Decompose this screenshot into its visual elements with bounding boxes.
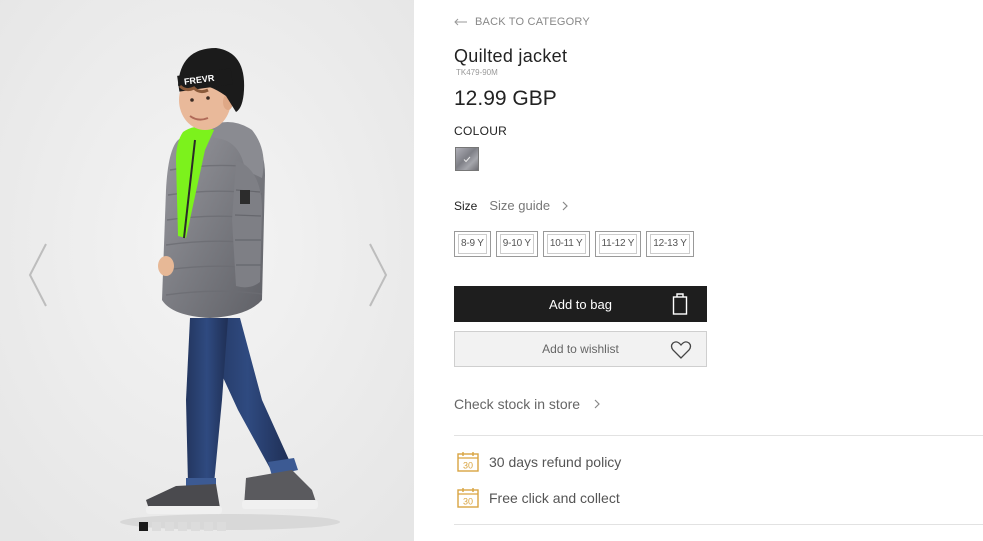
- size-option[interactable]: 9-10 Y: [495, 231, 538, 257]
- colour-label: COLOUR: [454, 124, 508, 138]
- size-option[interactable]: 8-9 Y: [454, 231, 491, 257]
- product-sku: TK479-90M: [456, 68, 498, 77]
- chevron-right-icon: [562, 201, 568, 210]
- size-option-label: 9-10 Y: [499, 234, 534, 254]
- size-row: Size Size guide: [454, 198, 568, 213]
- colour-swatch-grey[interactable]: [455, 147, 479, 171]
- chevron-right-icon: [594, 399, 600, 409]
- gallery-pagination: [139, 522, 226, 531]
- benefit-click-collect: 30 Free click and collect: [457, 487, 620, 508]
- gallery-dot[interactable]: [178, 522, 187, 531]
- back-label: BACK TO CATEGORY: [475, 16, 590, 28]
- size-option[interactable]: 11-12 Y: [594, 231, 642, 257]
- benefit-label: 30 days refund policy: [489, 453, 622, 470]
- size-guide-label: Size guide: [489, 198, 551, 213]
- benefit-label: Free click and collect: [489, 489, 620, 506]
- gallery-dot[interactable]: [191, 522, 200, 531]
- size-options: 8-9 Y 9-10 Y 10-11 Y 11-12 Y 12-13 Y: [454, 231, 694, 257]
- add-to-wishlist-label: Add to wishlist: [542, 342, 619, 356]
- arrow-left-icon: [454, 18, 467, 26]
- size-guide-link[interactable]: Size guide: [489, 198, 568, 213]
- check-stock-label: Check stock in store: [454, 396, 581, 412]
- back-to-category-link[interactable]: BACK TO CATEGORY: [454, 16, 590, 28]
- add-to-wishlist-button[interactable]: Add to wishlist: [454, 331, 707, 367]
- check-icon: [463, 156, 471, 162]
- gallery-dot[interactable]: [217, 522, 226, 531]
- gallery-dot[interactable]: [165, 522, 174, 531]
- product-info: BACK TO CATEGORY Quilted jacket TK479-90…: [454, 0, 983, 541]
- gallery-dot[interactable]: [152, 522, 161, 531]
- calendar-30-icon: 30: [457, 488, 479, 508]
- add-to-bag-label: Add to bag: [549, 296, 612, 312]
- add-to-bag-button[interactable]: Add to bag: [454, 286, 707, 322]
- product-gallery: FREVR: [0, 0, 414, 541]
- gallery-dot[interactable]: [204, 522, 213, 531]
- size-option[interactable]: 10-11 Y: [542, 231, 590, 257]
- calendar-30-icon: 30: [457, 452, 479, 472]
- benefit-refund: 30 30 days refund policy: [457, 451, 621, 472]
- size-option-label: 11-12 Y: [598, 234, 638, 254]
- gallery-prev-arrow[interactable]: [26, 240, 50, 310]
- divider: [454, 435, 983, 436]
- gallery-next-arrow[interactable]: [366, 240, 390, 310]
- product-photo: FREVR: [0, 0, 414, 541]
- gallery-dot[interactable]: [139, 522, 148, 531]
- divider: [454, 524, 983, 525]
- heart-icon: [670, 341, 692, 359]
- product-title: Quilted jacket: [454, 46, 568, 66]
- size-option-label: 12-13 Y: [650, 234, 690, 254]
- size-option-label: 10-11 Y: [546, 234, 586, 254]
- calendar-icon-text: 30: [463, 497, 473, 507]
- size-option[interactable]: 12-13 Y: [646, 231, 694, 257]
- product-price: 12.99 GBP: [454, 87, 557, 110]
- size-option-label: 8-9 Y: [458, 234, 487, 254]
- calendar-icon-text: 30: [463, 461, 473, 471]
- product-page: FREVR BACK TO CATEGORY Quilted jacket TK…: [0, 0, 983, 541]
- shopping-bag-icon: [672, 293, 688, 315]
- check-stock-link[interactable]: Check stock in store: [454, 396, 600, 412]
- size-label: Size: [454, 198, 478, 213]
